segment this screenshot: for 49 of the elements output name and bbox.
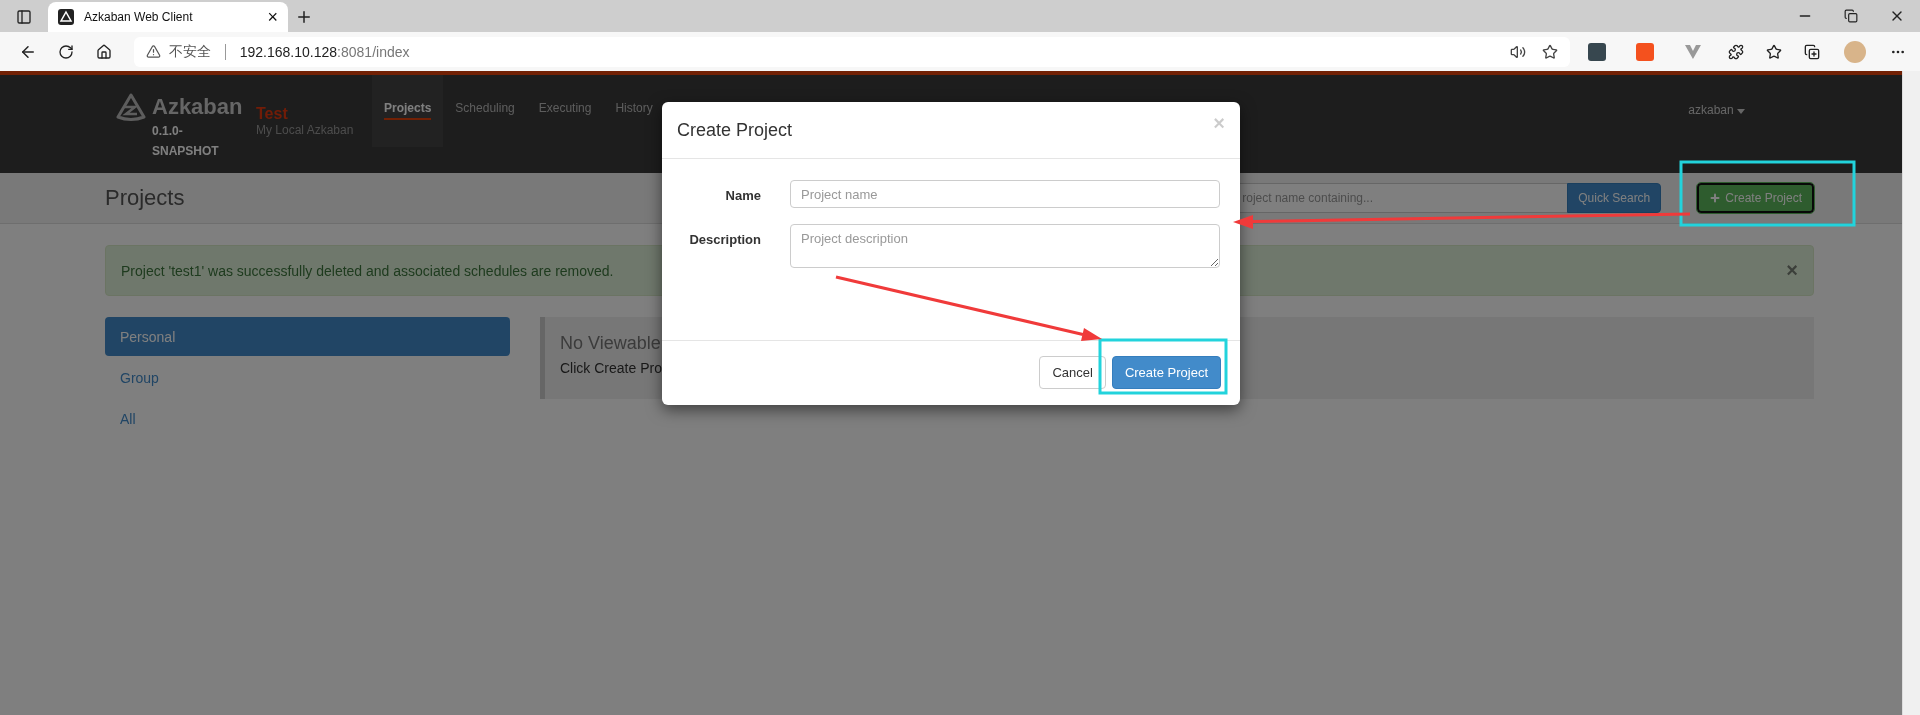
- modal-close-button[interactable]: ×: [1213, 112, 1225, 135]
- environment-name: Test: [256, 105, 289, 123]
- home-icon[interactable]: [95, 43, 112, 60]
- url-text: 192.168.10.128:8081/index: [239, 43, 410, 60]
- alert-message: Project 'test1' was successfully deleted and associated schedules are removed.: [121, 262, 614, 279]
- new-tab-icon[interactable]: [295, 8, 313, 26]
- brand-name: Azkaban: [152, 94, 243, 120]
- nav-link[interactable]: Scheduling: [443, 75, 527, 147]
- version-text: 0.1.0-SNAPSHOT: [152, 123, 220, 160]
- create-project-button[interactable]: Create Project: [1697, 183, 1814, 213]
- logo-icon: [58, 9, 74, 25]
- sidebar-item[interactable]: Group: [105, 358, 510, 397]
- reload-icon[interactable]: [57, 43, 74, 60]
- favorites-icon[interactable]: [1766, 43, 1783, 60]
- modal-title: Create Project: [677, 119, 793, 141]
- plus-icon: [1709, 192, 1722, 204]
- scrollbar[interactable]: [1902, 71, 1920, 715]
- collections-icon[interactable]: [1804, 43, 1821, 60]
- description-field[interactable]: Project description: [790, 224, 1220, 268]
- address-bar[interactable]: 不安全 192.168.10.128:8081/index: [133, 36, 1571, 67]
- panel-title: No Viewable: [560, 333, 661, 354]
- sidebar-item[interactable]: All: [105, 399, 510, 438]
- name-field[interactable]: Project name: [790, 180, 1220, 208]
- logo-icon: [116, 93, 146, 121]
- field-label: Description: [688, 231, 761, 247]
- speaker-icon[interactable]: [1510, 43, 1527, 60]
- create-button[interactable]: Create Project: [1111, 356, 1221, 389]
- field-label: Name: [724, 187, 761, 203]
- browser-tab[interactable]: Azkaban Web Client ×: [48, 2, 288, 32]
- nav-link[interactable]: Executing: [526, 75, 604, 147]
- panel-hint: Click Create Pro: [560, 360, 662, 376]
- nav-link[interactable]: Projects: [372, 75, 444, 147]
- sidebar-toggle-icon[interactable]: [16, 9, 32, 25]
- user-menu[interactable]: azkaban: [1688, 103, 1745, 173]
- caret-icon: [1737, 109, 1745, 114]
- quick-search-button[interactable]: Quick Search: [1567, 183, 1662, 213]
- warning-icon: [145, 44, 161, 59]
- cancel-button[interactable]: Cancel: [1039, 356, 1106, 389]
- page-title: Projects: [105, 185, 185, 211]
- puzzle-icon[interactable]: [1728, 43, 1745, 60]
- favorite-icon[interactable]: [1542, 43, 1559, 60]
- security-label: 不安全: [168, 42, 211, 61]
- restore-icon[interactable]: [1844, 9, 1858, 23]
- tab-close-button[interactable]: ×: [267, 6, 278, 28]
- alert-close-button[interactable]: ×: [1786, 259, 1798, 282]
- tab-title: Azkaban Web Client: [84, 10, 194, 24]
- extension-icon[interactable]: [1588, 42, 1607, 61]
- sidebar-item[interactable]: Personal: [105, 317, 510, 356]
- nav-link[interactable]: History: [603, 75, 665, 147]
